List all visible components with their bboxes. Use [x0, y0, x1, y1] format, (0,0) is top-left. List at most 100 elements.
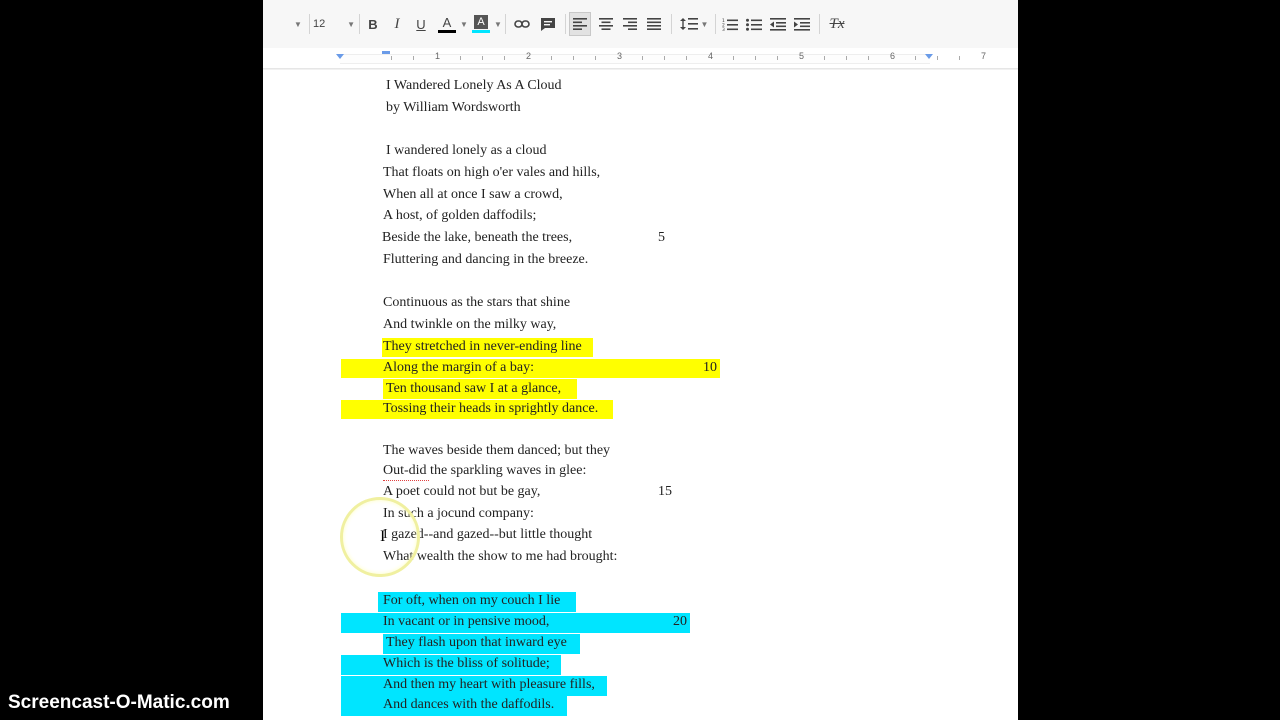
- highlight-icon: A: [474, 15, 488, 29]
- justify-button[interactable]: [643, 12, 665, 36]
- poem-line: Ten thousand saw I at a glance,: [386, 381, 562, 396]
- ruler-tick: [595, 56, 596, 60]
- ruler-tick: [551, 56, 552, 60]
- align-left-button[interactable]: [569, 12, 591, 36]
- toolbar-divider: [309, 14, 310, 34]
- decrease-indent-icon: [770, 17, 786, 31]
- numbered-list-icon: 123: [722, 18, 738, 31]
- ruler-tick: [868, 56, 869, 60]
- numbered-list-button[interactable]: 123: [719, 12, 741, 36]
- chevron-down-icon: ▼: [294, 19, 302, 29]
- document-window: ▼ 12 ▼ B I U A ▼ A ▼ ▼ 1 2 3 Tx 1 2 3 4 …: [263, 0, 1018, 720]
- toolbar-divider: [565, 14, 566, 34]
- link-icon: [514, 20, 530, 28]
- poem-author: by William Wordsworth: [386, 100, 521, 115]
- ruler-tick: [664, 56, 665, 60]
- right-margin-marker[interactable]: [925, 54, 933, 59]
- highlight-color-bar: [472, 30, 490, 33]
- increase-indent-icon: [794, 17, 810, 31]
- justify-icon: [647, 18, 661, 30]
- line-number: 15: [658, 484, 672, 499]
- poem-line: Which is the bliss of solitude;: [383, 656, 550, 671]
- align-right-button[interactable]: [619, 12, 641, 36]
- highlight-color-button[interactable]: A: [469, 12, 493, 36]
- poem-line: Out-did the sparkling waves in glee:: [383, 463, 587, 478]
- ruler-number: 4: [708, 51, 714, 61]
- ruler-tick: [755, 56, 756, 60]
- poem-line: Beside the lake, beneath the trees,: [382, 230, 573, 245]
- first-line-indent-marker[interactable]: [382, 51, 390, 54]
- ruler-text-area: [340, 54, 930, 64]
- font-size-value: 12: [313, 18, 326, 30]
- ruler-tick: [482, 56, 483, 60]
- italic-button[interactable]: I: [387, 12, 407, 36]
- formatting-toolbar: ▼ 12 ▼ B I U A ▼ A ▼ ▼ 1 2 3 Tx: [263, 0, 1018, 49]
- ruler-tick: [391, 56, 392, 60]
- text-cursor-icon: I: [380, 528, 386, 545]
- toolbar-divider: [671, 14, 672, 34]
- ruler-tick: [504, 56, 505, 60]
- poem-line: A host, of golden daffodils;: [383, 208, 537, 223]
- ruler-tick: [733, 56, 734, 60]
- ruler-tick: [959, 56, 960, 60]
- bulleted-list-button[interactable]: [743, 12, 765, 36]
- toolbar-divider: [715, 14, 716, 34]
- line-number: 10: [703, 360, 717, 375]
- document-page[interactable]: I Wandered Lonely As A Cloud by William …: [263, 70, 1018, 720]
- horizontal-ruler: 1 2 3 4 5 6 7: [263, 48, 1018, 69]
- poem-line: And then my heart with pleasure fills,: [383, 677, 595, 692]
- poem-line: For oft, when on my couch I lie: [383, 593, 561, 608]
- ruler-tick: [642, 56, 643, 60]
- font-size-dropdown[interactable]: 12 ▼: [313, 12, 355, 36]
- line-number: 5: [658, 230, 665, 245]
- poem-title: I Wandered Lonely As A Cloud: [386, 78, 562, 93]
- clear-formatting-button[interactable]: Tx: [825, 12, 849, 36]
- align-center-button[interactable]: [595, 12, 617, 36]
- poem-line: Tossing their heads in sprightly dance.: [383, 401, 599, 416]
- align-center-icon: [599, 18, 613, 30]
- poem-line: They flash upon that inward eye: [386, 635, 567, 650]
- text-color-button[interactable]: A: [435, 12, 459, 36]
- line-spacing-button[interactable]: ▼: [677, 12, 711, 36]
- ruler-tick: [777, 56, 778, 60]
- chevron-down-icon: ▼: [347, 19, 355, 29]
- chevron-down-icon[interactable]: ▼: [460, 20, 468, 29]
- ruler-tick: [573, 56, 574, 60]
- chevron-down-icon[interactable]: ▼: [494, 20, 502, 29]
- poem-line: Continuous as the stars that shine: [383, 295, 571, 310]
- ruler-tick: [413, 56, 414, 60]
- bold-button[interactable]: B: [363, 12, 383, 36]
- toolbar-divider: [819, 14, 820, 34]
- ruler-tick: [460, 56, 461, 60]
- ruler-number: 6: [890, 51, 896, 61]
- poem-line: The waves beside them danced; but they: [383, 443, 611, 458]
- ruler-number: 1: [435, 51, 441, 61]
- ruler-tick: [686, 56, 687, 60]
- poem-line: When all at once I saw a crowd,: [383, 187, 563, 202]
- ruler-tick: [915, 56, 916, 60]
- align-left-icon: [573, 18, 587, 30]
- comment-button[interactable]: [537, 12, 559, 36]
- text-color-bar: [438, 29, 456, 33]
- increase-indent-button[interactable]: [791, 12, 813, 36]
- poem-line: And dances with the daffodils.: [383, 697, 555, 712]
- line-spacing-icon: [679, 18, 698, 30]
- poem-line: Fluttering and dancing in the breeze.: [383, 252, 589, 267]
- ruler-number: 7: [981, 51, 987, 61]
- ruler-tick: [846, 56, 847, 60]
- poem-line: They stretched in never-ending line: [383, 339, 582, 354]
- poem-line: And twinkle on the milky way,: [383, 317, 557, 332]
- underline-button[interactable]: U: [411, 12, 431, 36]
- toolbar-divider: [359, 14, 360, 34]
- ruler-number: 5: [799, 51, 805, 61]
- poem-line: What wealth the show to me had brought:: [383, 549, 618, 564]
- link-button[interactable]: [511, 12, 533, 36]
- left-margin-marker[interactable]: [336, 54, 344, 59]
- poem-line: In vacant or in pensive mood,: [383, 614, 550, 629]
- decrease-indent-button[interactable]: [767, 12, 789, 36]
- chevron-down-icon: ▼: [700, 19, 709, 29]
- font-dropdown[interactable]: ▼: [291, 12, 305, 36]
- bulleted-list-icon: [746, 18, 762, 31]
- comment-icon: [541, 17, 555, 31]
- ruler-tick: [937, 56, 938, 60]
